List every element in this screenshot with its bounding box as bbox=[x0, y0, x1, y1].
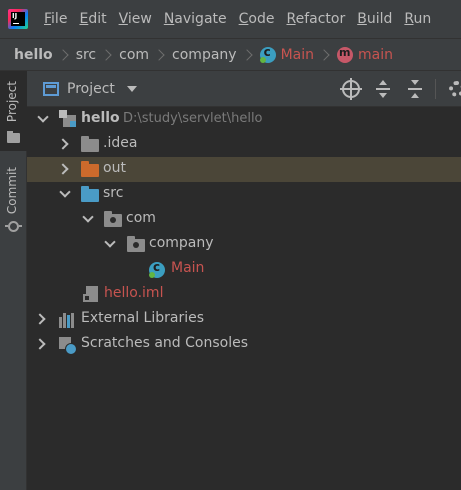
excluded-folder-icon bbox=[81, 161, 99, 177]
project-panel-header: Project bbox=[27, 71, 461, 107]
header-divider bbox=[435, 79, 436, 99]
chevron-right-icon[interactable] bbox=[57, 163, 69, 175]
project-tree: hello D:\study\servlet\hello .idea out s… bbox=[27, 107, 461, 490]
project-window-icon bbox=[43, 81, 59, 96]
menu-view[interactable]: View bbox=[119, 11, 152, 27]
breadcrumb-separator-icon bbox=[318, 48, 330, 61]
tree-node-scratches[interactable]: Scratches and Consoles bbox=[27, 332, 461, 357]
breadcrumb-separator-icon bbox=[240, 48, 253, 61]
expand-all-icon[interactable] bbox=[374, 80, 392, 98]
chevron-down-icon[interactable] bbox=[82, 211, 94, 223]
tree-node-company[interactable]: company bbox=[27, 232, 461, 257]
java-class-icon bbox=[259, 45, 276, 63]
tree-label-main: Main bbox=[171, 260, 205, 276]
breadcrumb-main-method[interactable]: main bbox=[358, 47, 393, 63]
chevron-down-icon[interactable] bbox=[104, 236, 116, 248]
tree-label-external-libraries: External Libraries bbox=[81, 310, 204, 326]
stripe-tab-commit[interactable]: Commit bbox=[0, 163, 27, 235]
menu-edit[interactable]: Edit bbox=[79, 11, 106, 27]
package-icon bbox=[104, 211, 122, 227]
menu-navigate[interactable]: Navigate bbox=[164, 11, 227, 27]
tool-window-stripe: Project Commit bbox=[0, 71, 27, 490]
chevron-down-icon[interactable] bbox=[37, 111, 49, 123]
chevron-right-icon[interactable] bbox=[57, 138, 69, 150]
collapse-all-icon[interactable] bbox=[406, 80, 424, 98]
tree-node-com[interactable]: com bbox=[27, 207, 461, 232]
package-icon bbox=[127, 236, 145, 252]
gear-icon[interactable] bbox=[449, 81, 461, 97]
module-folder-icon bbox=[59, 110, 76, 127]
stripe-tab-project[interactable]: Project bbox=[0, 71, 27, 151]
menu-refactor[interactable]: Refactor bbox=[286, 11, 345, 27]
tree-label-scratches: Scratches and Consoles bbox=[81, 335, 248, 351]
tree-node-external-libraries[interactable]: External Libraries bbox=[27, 307, 461, 332]
menu-file[interactable]: File bbox=[44, 11, 67, 27]
tree-node-src[interactable]: src bbox=[27, 182, 461, 207]
scratches-icon bbox=[59, 337, 77, 355]
tree-node-main[interactable]: Main bbox=[27, 257, 461, 282]
tree-node-iml[interactable]: hello.iml bbox=[27, 282, 461, 307]
chevron-down-icon[interactable] bbox=[126, 85, 137, 92]
chevron-right-icon[interactable] bbox=[34, 338, 46, 350]
folder-icon bbox=[7, 131, 20, 143]
breadcrumb-separator-icon bbox=[153, 48, 165, 61]
tree-label-company: company bbox=[149, 235, 214, 251]
chevron-right-icon[interactable] bbox=[34, 313, 46, 325]
intellij-logo-icon: IJ bbox=[8, 9, 28, 29]
tree-label-src: src bbox=[103, 185, 124, 201]
stripe-project-label: Project bbox=[5, 81, 19, 123]
menu-build[interactable]: Build bbox=[357, 11, 392, 27]
select-opened-file-icon[interactable] bbox=[340, 78, 362, 100]
breadcrumb-com[interactable]: com bbox=[119, 47, 149, 63]
menu-run[interactable]: Run bbox=[404, 11, 431, 27]
folder-icon bbox=[81, 136, 99, 152]
tree-node-idea[interactable]: .idea bbox=[27, 132, 461, 157]
menu-code[interactable]: Code bbox=[239, 11, 275, 27]
tree-root-path: D:\study\servlet\hello bbox=[123, 111, 263, 126]
tree-label-com: com bbox=[126, 210, 156, 226]
method-icon bbox=[337, 46, 353, 63]
tree-label-iml: hello.iml bbox=[104, 285, 164, 301]
breadcrumb-src[interactable]: src bbox=[76, 47, 96, 63]
tree-node-root[interactable]: hello D:\study\servlet\hello bbox=[27, 107, 461, 132]
tree-label-out: out bbox=[103, 160, 126, 176]
library-icon bbox=[59, 313, 77, 328]
menubar: IJ File Edit View Navigate Code Refactor… bbox=[0, 0, 461, 38]
module-file-icon bbox=[83, 286, 98, 302]
tree-label-idea: .idea bbox=[103, 135, 138, 151]
breadcrumb-main-class[interactable]: Main bbox=[281, 47, 314, 63]
breadcrumb-hello[interactable]: hello bbox=[14, 47, 53, 63]
tree-node-out[interactable]: out bbox=[27, 157, 461, 182]
breadcrumb: hello src com company Main main bbox=[0, 38, 461, 71]
breadcrumb-separator-icon bbox=[57, 48, 69, 61]
breadcrumb-separator-icon bbox=[100, 48, 112, 61]
commit-icon bbox=[5, 221, 22, 232]
breadcrumb-company[interactable]: company bbox=[172, 47, 237, 63]
stripe-commit-label: Commit bbox=[5, 167, 19, 215]
java-class-icon bbox=[149, 260, 165, 278]
project-panel-title[interactable]: Project bbox=[67, 81, 115, 97]
source-folder-icon bbox=[81, 186, 99, 202]
chevron-down-icon[interactable] bbox=[59, 186, 71, 198]
tree-label-root: hello bbox=[81, 110, 120, 126]
